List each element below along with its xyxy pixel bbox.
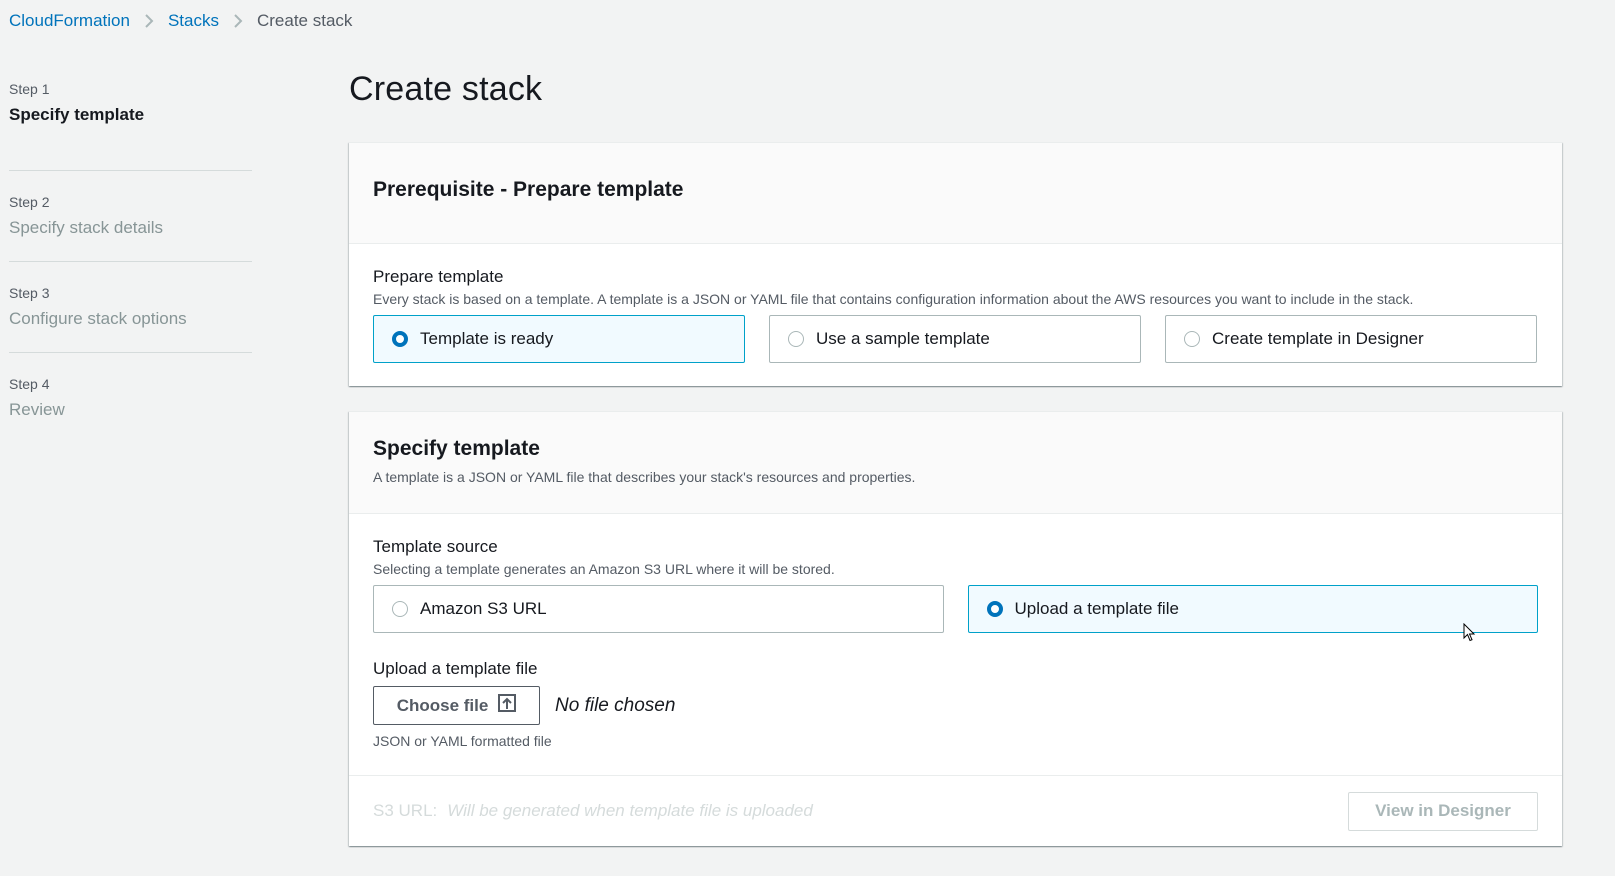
chevron-right-icon [130, 13, 168, 29]
panel-header: Specify template A template is a JSON or… [349, 412, 1562, 514]
view-in-designer-button[interactable]: View in Designer [1348, 791, 1538, 831]
wizard-step-1: Step 1 Specify template [9, 80, 252, 171]
choose-file-label: Choose file [396, 695, 489, 715]
option-s3-url[interactable]: Amazon S3 URL [373, 585, 944, 633]
template-source-label: Template source [373, 537, 498, 556]
step-number: Step 4 [9, 376, 50, 392]
chevron-right-icon [219, 13, 257, 29]
panel-header: Prerequisite - Prepare template [349, 143, 1562, 244]
panel-title: Specify template [373, 437, 540, 460]
prerequisite-panel: Prerequisite - Prepare template Prepare … [349, 142, 1562, 386]
step-title: Review [9, 400, 65, 419]
step-number: Step 3 [9, 285, 50, 301]
panel-title: Prerequisite - Prepare template [373, 178, 684, 201]
panel-footer: S3 URL: Will be generated when template … [349, 775, 1562, 846]
panel-description: A template is a JSON or YAML file that d… [373, 469, 916, 485]
option-upload-file[interactable]: Upload a template file [967, 585, 1538, 633]
radio-button[interactable] [392, 601, 408, 617]
page-title: Create stack [349, 70, 543, 108]
radio-button[interactable] [986, 601, 1003, 617]
prepare-template-options: Template is ready Use a sample template … [373, 315, 1538, 363]
step-title: Specify stack details [9, 218, 164, 237]
option-label: Upload a template file [1014, 599, 1179, 618]
wizard-step-2: Step 2 Specify stack details [9, 171, 252, 262]
step-number: Step 2 [9, 194, 50, 210]
template-source-options: Amazon S3 URL Upload a template file [373, 585, 1538, 633]
breadcrumb: CloudFormation Stacks Create stack [9, 10, 352, 32]
option-label: Amazon S3 URL [420, 599, 547, 618]
radio-button[interactable] [1184, 331, 1200, 347]
template-source-hint: Selecting a template generates an Amazon… [373, 561, 835, 577]
option-template-ready[interactable]: Template is ready [373, 315, 745, 363]
option-label: Use a sample template [816, 329, 990, 348]
specify-template-panel: Specify template A template is a JSON or… [349, 411, 1562, 846]
mouse-cursor-icon [1463, 622, 1477, 648]
s3-url-value: Will be generated when template file is … [447, 801, 813, 820]
radio-button[interactable] [392, 331, 408, 347]
wizard-steps: Step 1 Specify template Step 2 Specify s… [9, 80, 252, 444]
option-label: Template is ready [420, 329, 554, 348]
upload-file-label: Upload a template file [373, 659, 538, 678]
breadcrumb-current: Create stack [256, 11, 353, 30]
radio-button[interactable] [788, 331, 804, 347]
option-designer[interactable]: Create template in Designer [1165, 315, 1537, 363]
choose-file-button[interactable]: Choose file [373, 686, 540, 725]
breadcrumb-stacks[interactable]: Stacks [168, 11, 219, 31]
wizard-step-4: Step 4 Review [9, 353, 252, 444]
upload-icon [498, 694, 517, 717]
wizard-step-3: Step 3 Configure stack options [9, 262, 252, 353]
option-label: Create template in Designer [1212, 329, 1424, 348]
prepare-template-hint: Every stack is based on a template. A te… [373, 291, 1414, 307]
step-title: Specify template [9, 105, 145, 124]
option-sample-template[interactable]: Use a sample template [769, 315, 1141, 363]
prepare-template-label: Prepare template [373, 267, 504, 286]
step-title: Configure stack options [9, 309, 187, 328]
s3-url-label: S3 URL: [373, 801, 438, 820]
step-number: Step 1 [9, 81, 50, 97]
file-status: No file chosen [555, 694, 676, 716]
file-hint: JSON or YAML formatted file [373, 733, 552, 749]
breadcrumb-cloudformation[interactable]: CloudFormation [9, 11, 130, 31]
